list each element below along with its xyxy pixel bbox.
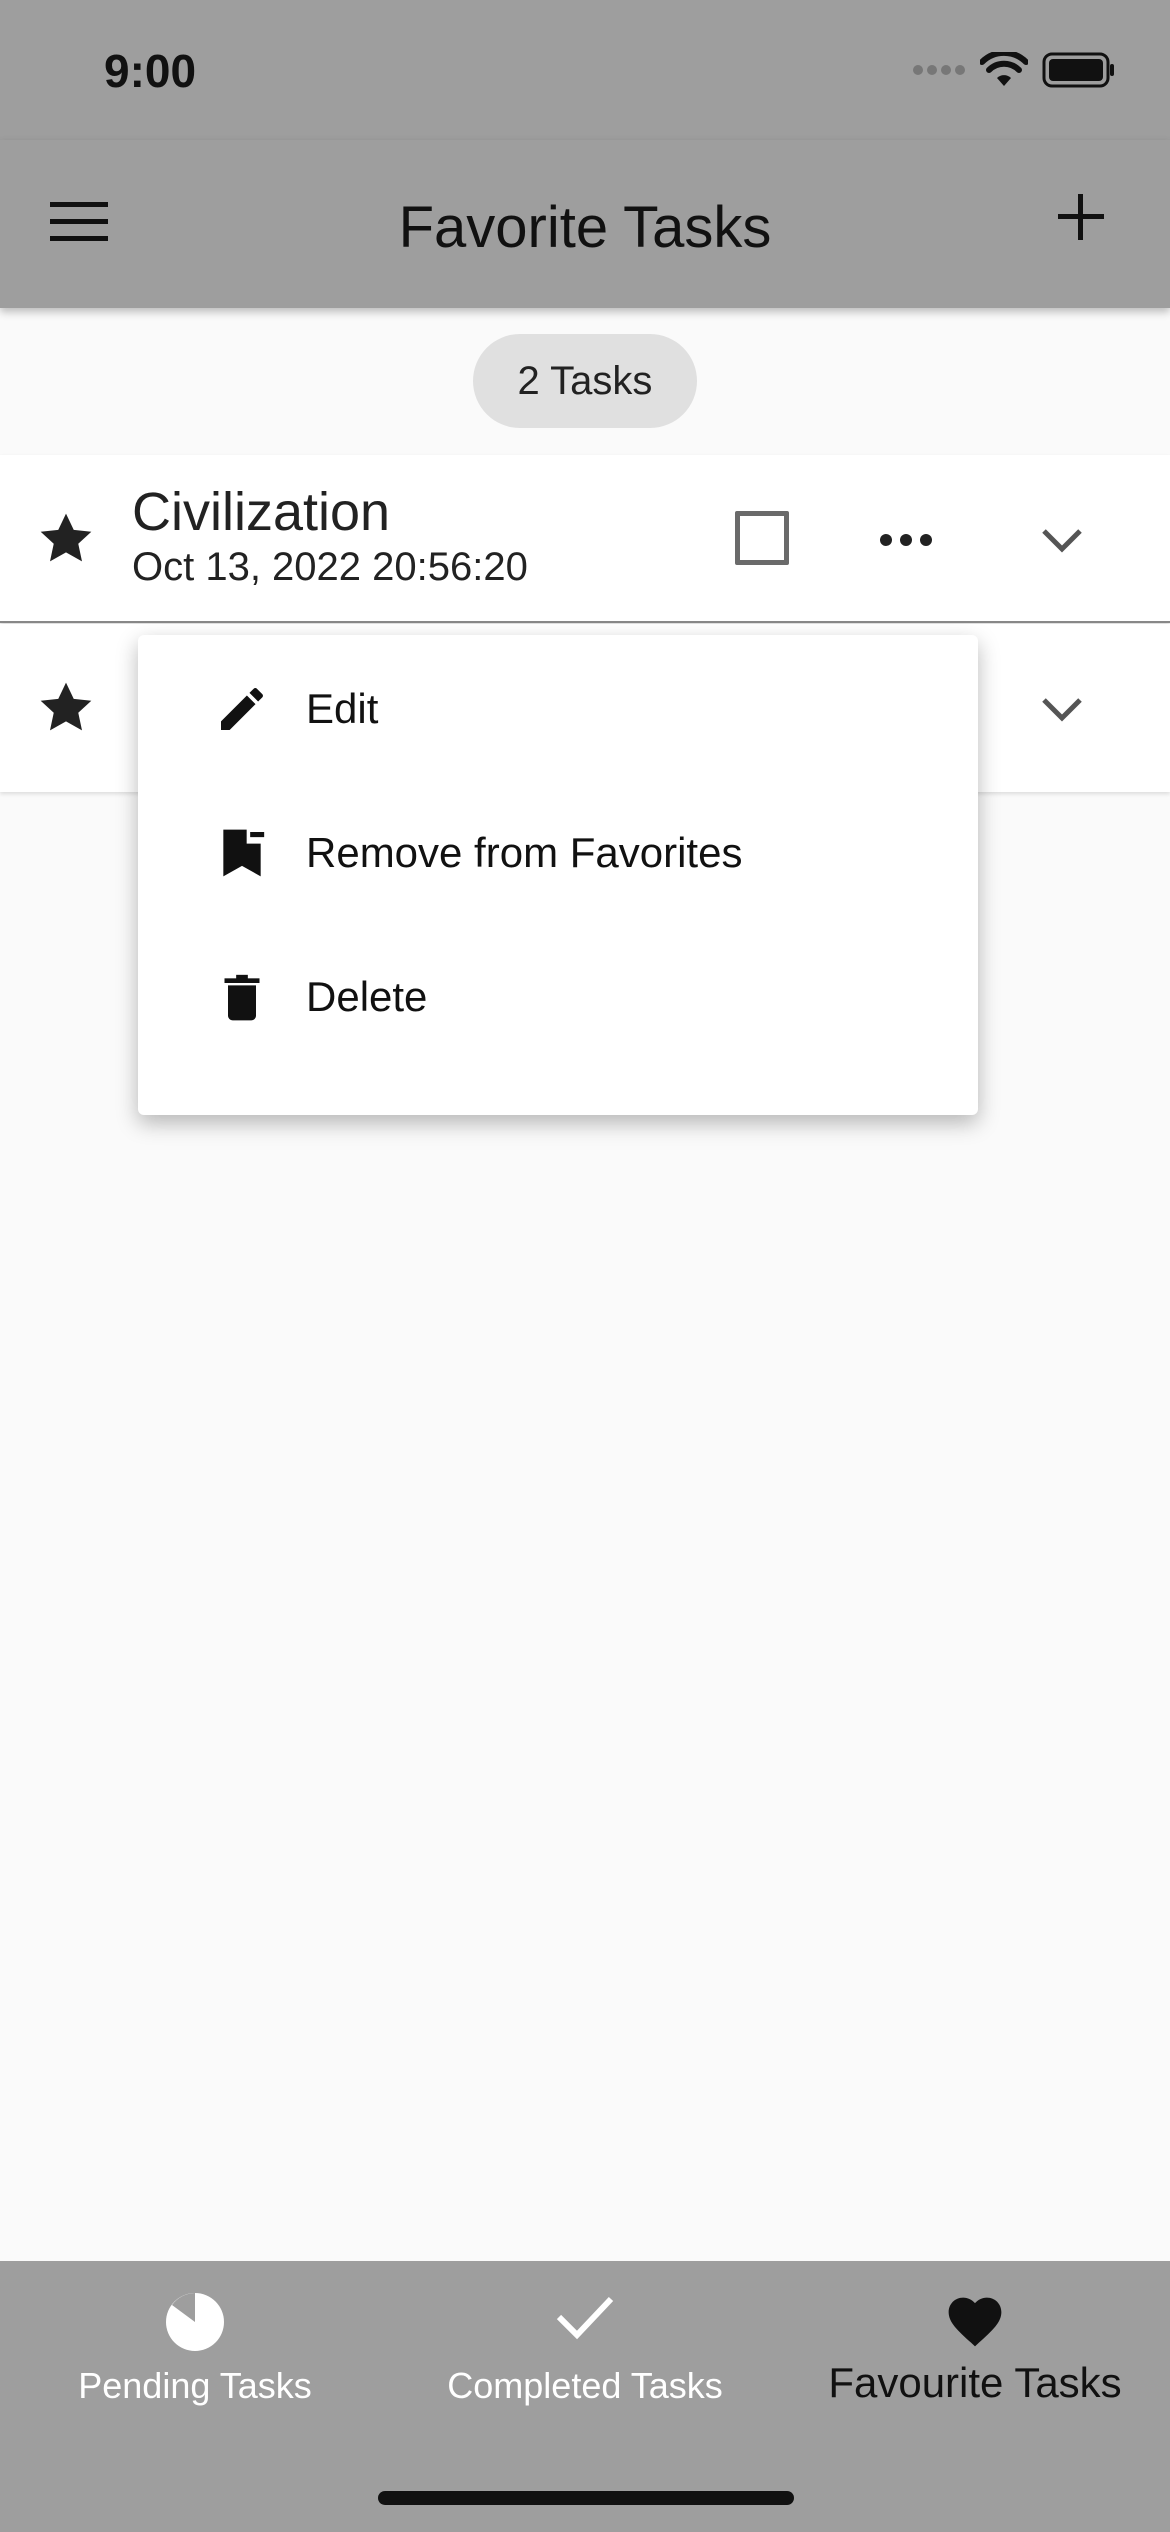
battery-icon — [1042, 52, 1114, 88]
check-icon — [556, 2296, 614, 2340]
nav-item-label: Pending Tasks — [78, 2365, 312, 2406]
chevron-down-icon — [1042, 529, 1082, 553]
task-title: Civilization — [132, 482, 391, 542]
more-horizontal-icon — [880, 534, 932, 546]
pencil-icon — [221, 688, 263, 730]
nav-item-favourites[interactable]: Favourite Tasks — [810, 2261, 1140, 2461]
task-card[interactable]: Civilization Oct 13, 2022 20:56:20 — [0, 455, 1170, 623]
status-bar: 9:00 — [0, 0, 1170, 140]
home-indicator — [378, 2491, 794, 2505]
task-options-menu: Edit Remove from Favorites Delete — [138, 635, 978, 1115]
more-options-button[interactable] — [876, 515, 936, 565]
menu-item-delete[interactable]: Delete — [138, 923, 978, 1067]
cellular-signal-icon — [913, 65, 965, 75]
chevron-down-icon — [1042, 698, 1082, 722]
star-icon[interactable] — [34, 676, 98, 740]
menu-item-edit[interactable]: Edit — [138, 635, 978, 779]
menu-item-remove-favorite[interactable]: Remove from Favorites — [138, 779, 978, 923]
expand-button[interactable] — [1034, 684, 1090, 734]
task-count-chip: 2 Tasks — [473, 334, 697, 428]
bookmark-remove-icon — [223, 829, 265, 877]
plus-icon — [1058, 194, 1104, 240]
pie-clock-icon — [166, 2293, 224, 2351]
menu-item-label: Remove from Favorites — [306, 829, 743, 876]
nav-item-label: Completed Tasks — [447, 2365, 723, 2406]
app-bar: Favorite Tasks — [0, 140, 1170, 308]
heart-icon — [948, 2297, 1002, 2347]
trash-icon — [224, 974, 260, 1021]
nav-item-label: Favourite Tasks — [828, 2359, 1122, 2406]
task-complete-checkbox[interactable] — [735, 511, 789, 565]
status-icons — [912, 52, 1116, 88]
star-icon[interactable] — [34, 507, 98, 571]
add-task-button[interactable] — [1056, 192, 1126, 262]
menu-item-label: Edit — [306, 685, 379, 732]
menu-item-label: Delete — [306, 973, 428, 1020]
page-title: Favorite Tasks — [398, 195, 772, 260]
nav-item-pending[interactable]: Pending Tasks — [30, 2261, 360, 2461]
wifi-icon — [980, 52, 1028, 86]
nav-item-completed[interactable]: Completed Tasks — [420, 2261, 750, 2461]
status-time: 9:00 — [104, 45, 197, 97]
task-date: Oct 13, 2022 20:56:20 — [132, 545, 528, 589]
expand-button[interactable] — [1034, 515, 1090, 565]
